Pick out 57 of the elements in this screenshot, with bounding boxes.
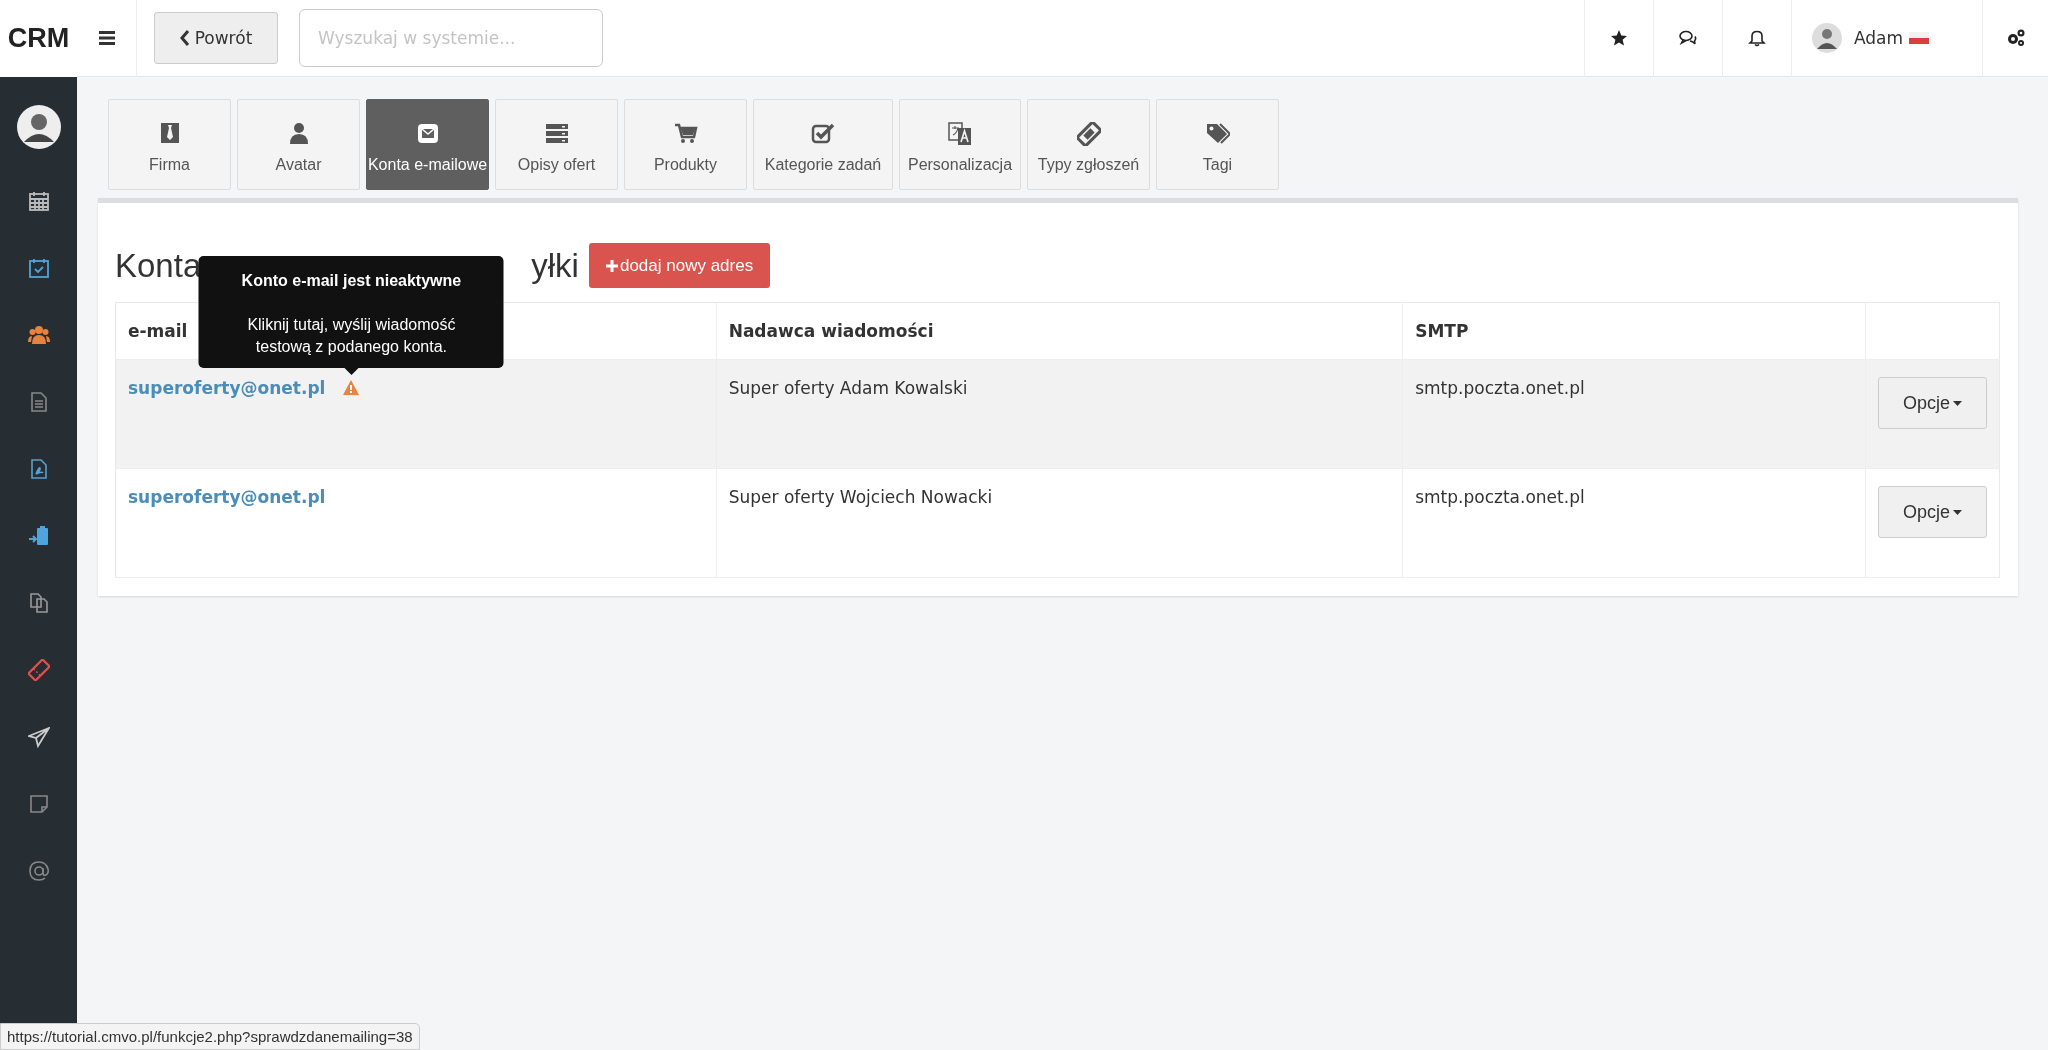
note-icon[interactable] — [27, 792, 50, 815]
search-field[interactable]: Wyszukaj w systemie... — [299, 9, 603, 67]
warning-icon[interactable] — [343, 380, 360, 395]
ticket-icon[interactable] — [27, 658, 50, 681]
avatar-icon[interactable] — [15, 104, 62, 150]
caret-down-icon — [1953, 509, 1962, 515]
options-button[interactable]: Opcje — [1878, 377, 1987, 429]
section-title: Konta — [115, 246, 202, 285]
tooltip-title: Konto e-mail jest nieaktywne — [240, 271, 463, 291]
tab[interactable]: Konta e-mailowe — [366, 99, 489, 190]
back-button[interactable]: Powrót — [154, 12, 278, 64]
chevron-left-icon — [179, 30, 190, 46]
tags-icon — [1205, 121, 1230, 146]
options-button[interactable]: Opcje — [1878, 486, 1987, 538]
status-url: https://tutorial.cmvo.pl/funkcje2.php?sprawdzdanemailing=38 — [0, 1023, 420, 1050]
tab[interactable]: Avatar — [237, 99, 360, 190]
tab[interactable]: Produkty — [624, 99, 747, 190]
paper-plane-icon[interactable] — [27, 725, 50, 748]
ticket-icon — [1076, 121, 1101, 146]
translate-icon — [948, 121, 972, 146]
flag-icon — [1909, 32, 1930, 44]
at-sign-icon[interactable] — [27, 859, 50, 882]
tab[interactable]: Typy zgłoszeń — [1027, 99, 1150, 190]
server-icon — [544, 121, 569, 146]
tab[interactable]: Personalizacja — [899, 99, 1021, 190]
users-icon[interactable] — [27, 323, 50, 346]
table-cell: smtp.poczta.onet.pl — [1402, 359, 1866, 469]
settings-icon — [2005, 28, 2026, 48]
table-cell: Super oferty Wojciech Nowacki — [716, 468, 1403, 578]
plus-icon — [605, 259, 618, 272]
chat-icon[interactable] — [1679, 29, 1697, 47]
calendar-check-icon[interactable] — [27, 256, 50, 279]
copy-icon[interactable] — [27, 591, 50, 614]
bell-icon[interactable] — [1748, 29, 1766, 47]
tab[interactable]: Tagi — [1156, 99, 1279, 190]
clipboard-arrow-icon[interactable] — [27, 524, 50, 547]
section-title: yłki — [531, 246, 579, 285]
checkbox-icon — [811, 121, 835, 146]
user-name[interactable]: Adam — [1854, 28, 1904, 48]
tab[interactable]: Opisy ofert — [495, 99, 618, 190]
menu-icon[interactable] — [98, 31, 115, 45]
tooltip-text: Kliknij tutaj, wyślij wiadomość testową z podanego konta. — [246, 315, 457, 357]
column-header: SMTP — [1402, 302, 1866, 360]
envelope-icon — [415, 121, 440, 146]
cart-icon — [673, 121, 698, 146]
avatar-icon — [1812, 23, 1842, 53]
tab[interactable]: Kategorie zadań — [753, 99, 893, 190]
table-cell: smtp.poczta.onet.pl — [1402, 468, 1866, 578]
table-cell: Super oferty Adam Kowalski — [716, 359, 1403, 469]
column-header: Nadawca wiadomości — [716, 302, 1403, 360]
star-icon[interactable] — [1610, 29, 1628, 47]
logo: CRM — [7, 22, 70, 54]
calendar-icon[interactable] — [27, 189, 50, 212]
email-link[interactable]: superoferty@onet.pl — [128, 487, 326, 507]
caret-down-icon — [1953, 400, 1962, 406]
tab[interactable]: Firma — [108, 99, 231, 190]
add-button[interactable]: dodaj nowy adres — [588, 243, 771, 288]
